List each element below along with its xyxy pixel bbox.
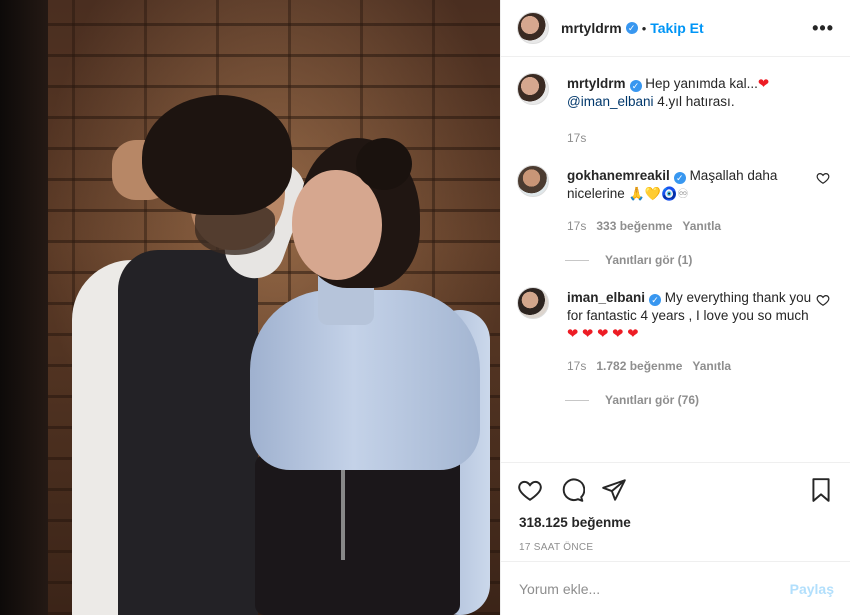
caption-time[interactable]: 17s bbox=[567, 131, 586, 145]
man-black-vest bbox=[118, 250, 258, 615]
post-photo[interactable] bbox=[0, 0, 500, 615]
follow-button[interactable]: Takip Et bbox=[650, 20, 703, 36]
praying-hands-emoji: 🙏 bbox=[628, 186, 645, 201]
verified-badge-icon: ✓ bbox=[673, 172, 686, 184]
evil-eye-emoji: 🧿 bbox=[660, 186, 678, 201]
add-comment-bar: Paylaş bbox=[501, 561, 850, 615]
caption-username[interactable]: mrtyldrm bbox=[567, 76, 626, 91]
comment-time[interactable]: 17s bbox=[567, 219, 586, 233]
verified-badge-icon: ✓ bbox=[649, 294, 662, 306]
author-username[interactable]: mrtyldrm bbox=[561, 20, 622, 36]
author-avatar[interactable] bbox=[517, 12, 549, 44]
comment-likes[interactable]: 1.782 beğenme bbox=[596, 359, 682, 373]
caption-avatar[interactable] bbox=[517, 73, 549, 105]
comment-icon[interactable] bbox=[559, 477, 585, 503]
reply-button[interactable]: Yanıtla bbox=[692, 359, 731, 373]
caption-mention[interactable]: @iman_elbani bbox=[567, 94, 654, 109]
caption-text-2: 4.yıl hatırası. bbox=[657, 94, 735, 109]
post-header: mrtyldrm ✓ • Takip Et ••• bbox=[501, 0, 850, 57]
comment-username[interactable]: gokhanemreakil bbox=[567, 168, 670, 183]
comment-input[interactable] bbox=[519, 580, 790, 597]
verified-badge-icon: ✓ bbox=[629, 80, 642, 92]
share-icon[interactable] bbox=[601, 477, 627, 503]
separator-dot: • bbox=[641, 20, 647, 36]
comment-like-heart-icon[interactable] bbox=[816, 293, 830, 307]
heart-icon[interactable] bbox=[517, 477, 543, 503]
woman-hair-bun bbox=[356, 138, 412, 190]
post-timestamp[interactable]: 17 SAAT ÖNCE bbox=[501, 530, 850, 553]
bookmark-icon[interactable] bbox=[808, 477, 834, 503]
comment: iman_elbani ✓ My everything thank you for… bbox=[517, 287, 834, 375]
dark-doorway bbox=[0, 0, 48, 615]
view-replies-label: Yanıtları gör (76) bbox=[605, 393, 700, 407]
comments-list[interactable]: mrtyldrm ✓ Hep yanımda kal...❤ @iman_elba… bbox=[501, 57, 850, 462]
view-replies-label: Yanıtları gör (1) bbox=[605, 253, 693, 267]
instagram-post: mrtyldrm ✓ • Takip Et ••• mrtyldrm ✓ Hep … bbox=[0, 0, 850, 615]
more-options-icon[interactable]: ••• bbox=[812, 18, 834, 39]
replies-divider bbox=[565, 399, 589, 401]
comment-likes[interactable]: 333 beğenme bbox=[596, 219, 672, 233]
yellow-heart-emoji: 💛 bbox=[644, 186, 661, 201]
woman-face bbox=[292, 170, 382, 280]
replies-divider bbox=[565, 259, 589, 261]
post-actions-section: 318.125 beğenme 17 SAAT ÖNCE Paylaş bbox=[501, 462, 850, 615]
post-likes-count[interactable]: 318.125 beğenme bbox=[501, 505, 850, 530]
comment-time[interactable]: 17s bbox=[567, 359, 586, 373]
reply-button[interactable]: Yanıtla bbox=[682, 219, 721, 233]
view-replies-button[interactable]: Yanıtları gör (76) bbox=[565, 393, 834, 407]
action-bar bbox=[501, 463, 850, 505]
verified-badge-icon: ✓ bbox=[625, 22, 638, 34]
comment-username[interactable]: iman_elbani bbox=[567, 290, 645, 305]
red-heart-emoji: ❤ bbox=[757, 76, 770, 91]
infinity-emoji: ♾ bbox=[677, 186, 689, 201]
comment: gokhanemreakil ✓ Maşallah daha nicelerine… bbox=[517, 165, 834, 235]
comment-like-heart-icon[interactable] bbox=[816, 171, 830, 185]
commenter-avatar[interactable] bbox=[517, 287, 549, 319]
skirt-zipper bbox=[341, 470, 345, 560]
man-hair bbox=[142, 95, 292, 215]
caption: mrtyldrm ✓ Hep yanımda kal...❤ @iman_elba… bbox=[517, 73, 834, 147]
red-hearts-emoji: ❤ ❤ ❤ ❤ ❤ bbox=[567, 326, 639, 341]
commenter-avatar[interactable] bbox=[517, 165, 549, 197]
view-replies-button[interactable]: Yanıtları gör (1) bbox=[565, 253, 834, 267]
post-comment-button[interactable]: Paylaş bbox=[790, 581, 834, 597]
woman-black-skirt bbox=[255, 455, 460, 615]
post-sidebar: mrtyldrm ✓ • Takip Et ••• mrtyldrm ✓ Hep … bbox=[500, 0, 850, 615]
caption-text: Hep yanımda kal... bbox=[645, 76, 758, 91]
